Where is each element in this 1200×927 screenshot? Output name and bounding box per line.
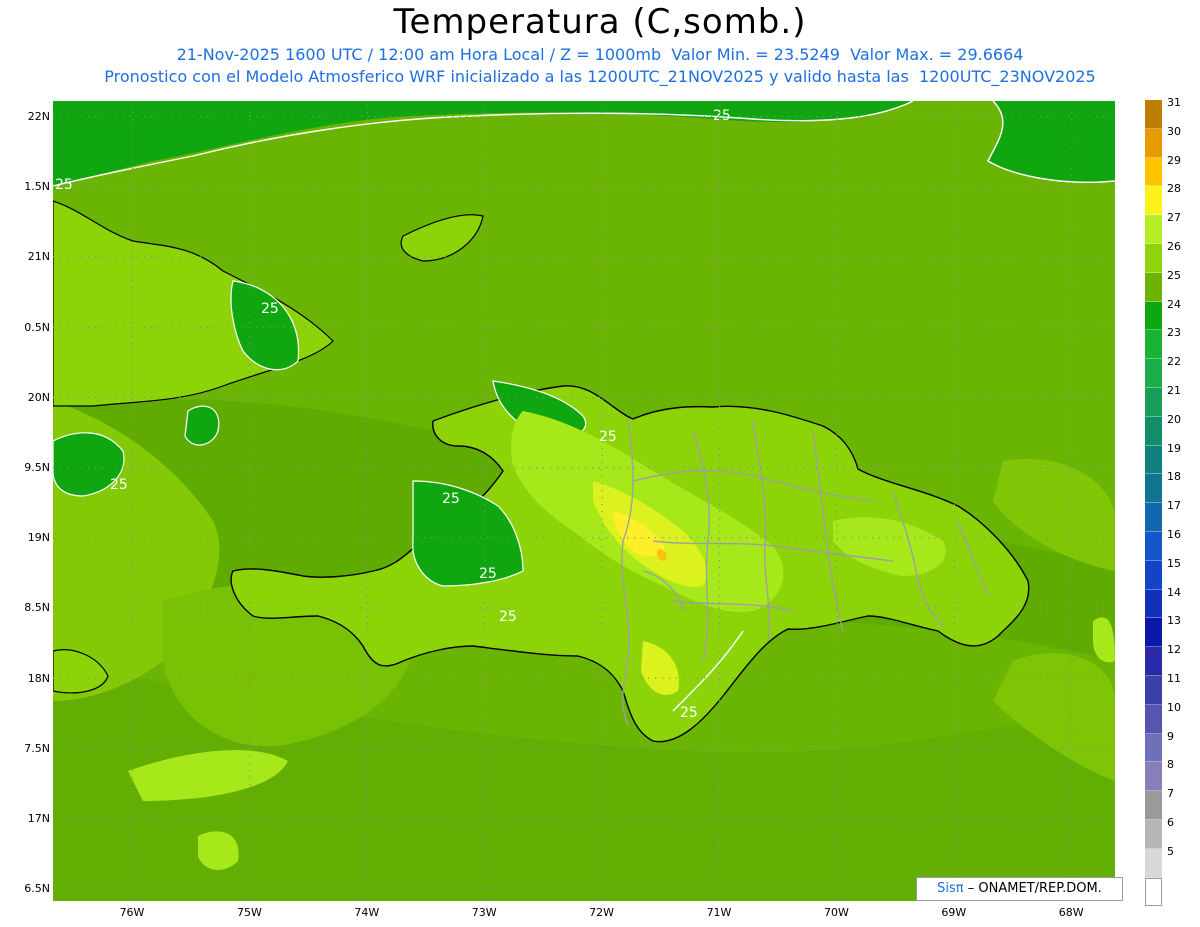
map-subtitle-model: Pronostico con el Modelo Atmosferico WRF… bbox=[104, 67, 1096, 86]
colorbar-cell: 21 bbox=[1145, 384, 1181, 417]
colorbar-cell: 16 bbox=[1145, 528, 1181, 561]
contour-label-top: 25 bbox=[713, 108, 731, 124]
contour-label-nw: 25 bbox=[55, 177, 73, 193]
colorbar-cell: 7 bbox=[1145, 787, 1174, 820]
colorbar-cell: 22 bbox=[1145, 355, 1181, 388]
colorbar-cell: 29 bbox=[1145, 154, 1181, 187]
lat-label: 22N bbox=[27, 110, 50, 123]
colorbar-label: 13 bbox=[1167, 614, 1181, 628]
map-title: Temperatura (C,somb.) bbox=[393, 2, 807, 42]
colorbar-label: 23 bbox=[1167, 326, 1181, 340]
lat-label: 21N bbox=[27, 250, 50, 264]
colorbar-cell: 19 bbox=[1145, 442, 1181, 475]
colorbar-cell: 31 bbox=[1145, 96, 1181, 129]
contour-label-gonave: 25 bbox=[479, 566, 497, 582]
lat-label: 9.5N bbox=[24, 461, 50, 474]
credit-brand: Sisπ bbox=[937, 881, 964, 896]
colorbar-label: 16 bbox=[1167, 527, 1181, 541]
contour-label-cuba: 25 bbox=[261, 301, 279, 317]
colorbar-label: 8 bbox=[1167, 758, 1174, 772]
colorbar-cell: 6 bbox=[1145, 816, 1174, 849]
colorbar-label: 31 bbox=[1167, 96, 1181, 109]
colorbar-label: 12 bbox=[1167, 643, 1181, 657]
colorbar-label: 25 bbox=[1167, 268, 1181, 282]
colorbar-cell: 24 bbox=[1145, 298, 1181, 331]
colorbar-cell: 27 bbox=[1145, 211, 1181, 244]
colorbar-cell: 20 bbox=[1145, 413, 1181, 446]
colorbar-label: 28 bbox=[1167, 182, 1181, 196]
contour-label-south: 25 bbox=[499, 609, 517, 625]
colorbar-label: 6 bbox=[1167, 815, 1174, 829]
lat-label: 18N bbox=[27, 671, 50, 685]
colorbar-label: 27 bbox=[1167, 211, 1181, 225]
colorbar-cell: 10 bbox=[1145, 701, 1181, 734]
map-subtitle-date: 21-Nov-2025 1600 UTC / 12:00 am Hora Loc… bbox=[176, 45, 1024, 64]
lat-label: 1.5N bbox=[24, 180, 50, 194]
lat-label: 0.5N bbox=[24, 320, 50, 334]
great-inagua-island bbox=[184, 405, 220, 446]
colorbar-label: 19 bbox=[1167, 441, 1181, 455]
colorbar: 31 30 29 28 27 26 25 24 23 22 21 20 19 18 17 16 15 14 13 12… bbox=[1145, 96, 1181, 907]
colorbar-label: 21 bbox=[1167, 383, 1181, 397]
colorbar-cell: 8 bbox=[1145, 758, 1174, 792]
colorbar-cell: 11 bbox=[1145, 672, 1181, 705]
colorbar-cell: 15 bbox=[1145, 557, 1181, 590]
lon-label: 76W bbox=[119, 906, 145, 919]
lat-label: 7.5N bbox=[24, 741, 50, 755]
colorbar-cell: 25 bbox=[1145, 269, 1181, 302]
colorbar-label: 5 bbox=[1167, 844, 1174, 858]
lon-label: 72W bbox=[589, 906, 615, 919]
lat-label: 6.5N bbox=[24, 882, 50, 896]
temperature-map[interactable]: 25 25 25 25 25 25 25 25 25 bbox=[52, 100, 1116, 901]
colorbar-label: 26 bbox=[1167, 239, 1181, 253]
lon-label: 75W bbox=[236, 906, 262, 919]
lon-label: 74W bbox=[354, 906, 380, 919]
contour-label-bay: 25 bbox=[599, 429, 617, 445]
colorbar-cell: 5 bbox=[1145, 845, 1174, 878]
colorbar-label: 7 bbox=[1167, 787, 1174, 801]
colorbar-cell: 30 bbox=[1145, 125, 1181, 158]
colorbar-label: 11 bbox=[1167, 671, 1181, 685]
colorbar-cell-bottom bbox=[1145, 877, 1162, 907]
lat-label: 8.5N bbox=[24, 601, 50, 615]
colorbar-label: 22 bbox=[1167, 355, 1181, 369]
map-canvas: 25 25 25 25 25 25 25 25 25 bbox=[52, 100, 1116, 901]
contour-label-west: 25 bbox=[110, 477, 128, 493]
colorbar-label: 29 bbox=[1167, 153, 1181, 167]
lat-label: 17N bbox=[27, 812, 50, 825]
colorbar-label: 30 bbox=[1167, 124, 1181, 138]
colorbar-label: 18 bbox=[1167, 470, 1181, 484]
colorbar-cell: 18 bbox=[1145, 470, 1181, 504]
lon-label: 71W bbox=[706, 906, 732, 919]
colorbar-cell: 26 bbox=[1145, 240, 1181, 273]
colorbar-cell: 28 bbox=[1145, 182, 1181, 216]
colorbar-label: 17 bbox=[1167, 499, 1181, 513]
colorbar-label: 15 bbox=[1167, 556, 1181, 570]
lat-label: 20N bbox=[27, 390, 50, 404]
colorbar-cell: 12 bbox=[1145, 643, 1181, 676]
warm-patch-2 bbox=[198, 831, 239, 871]
colorbar-label: 10 bbox=[1167, 700, 1181, 714]
lon-label: 68W bbox=[1058, 906, 1084, 919]
colorbar-label: 14 bbox=[1167, 585, 1181, 599]
colorbar-label: 9 bbox=[1167, 729, 1174, 743]
colorbar-label: 20 bbox=[1167, 412, 1181, 426]
colorbar-cell: 13 bbox=[1145, 614, 1181, 648]
colorbar-label: 24 bbox=[1167, 297, 1181, 311]
colorbar-cell: 9 bbox=[1145, 730, 1174, 763]
credit-box: Sisπ – ONAMET/REP.DOM. bbox=[916, 877, 1123, 901]
contour-label-haiti-north: 25 bbox=[442, 491, 460, 507]
colorbar-cell: 14 bbox=[1145, 586, 1181, 619]
lon-label: 73W bbox=[471, 906, 497, 919]
lat-label: 19N bbox=[27, 531, 50, 545]
lon-label: 69W bbox=[941, 906, 967, 919]
lon-label: 70W bbox=[823, 906, 849, 919]
colorbar-cell: 23 bbox=[1145, 326, 1181, 360]
contour-label-se: 25 bbox=[680, 705, 698, 721]
colorbar-cell: 17 bbox=[1145, 499, 1181, 532]
credit-text: – ONAMET/REP.DOM. bbox=[967, 881, 1102, 896]
